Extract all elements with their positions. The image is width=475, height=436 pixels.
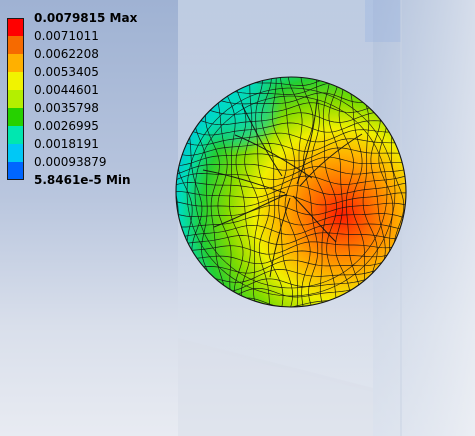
legend-entry: 0.0018191 [7,136,147,162]
legend-value-label: 0.0079815 Max [34,11,137,25]
legend-entry: 0.0035798 [7,100,147,126]
legend-entry: 0.0053405 [7,64,147,90]
legend-value: 0.0079815 [34,11,106,25]
legend-entry: 0.0062208 [7,46,147,72]
legend-value-label: 0.0026995 [34,119,99,133]
legend-value-label: 5.8461e-5 Min [34,173,131,187]
legend-entry: 0.0079815 Max [7,10,147,36]
legend-suffix: Min [105,173,131,187]
legend-suffix: Max [109,11,138,25]
legend-value: 0.00093879 [34,155,107,169]
legend-value: 0.0044601 [34,83,99,97]
legend-value: 0.0026995 [34,119,99,133]
legend-value-label: 0.0071011 [34,29,99,43]
legend-value: 0.0053405 [34,65,99,79]
legend-value: 5.8461e-5 [34,173,102,187]
mesh-line [176,77,177,307]
legend-value-label: 0.0018191 [34,137,99,151]
legend-value: 0.0062208 [34,47,99,61]
legend-entry: 0.0026995 [7,118,147,144]
legend-value: 0.0035798 [34,101,99,115]
legend-value-label: 0.0035798 [34,101,99,115]
legend-entry: 0.00093879 [7,154,147,180]
legend-value-label: 0.0053405 [34,65,99,79]
legend-value-label: 0.0062208 [34,47,99,61]
legend-value: 0.0071011 [34,29,99,43]
top-block [365,0,401,42]
legend-value-label: 0.00093879 [34,155,107,169]
legend-value-label: 0.0044601 [34,83,99,97]
mesh-line [145,67,164,315]
legend-value: 0.0018191 [34,137,99,151]
legend-entry: 5.8461e-5 Min [7,172,147,190]
legend-entry: 0.0071011 [7,28,147,54]
legend-entry: 0.0044601 [7,82,147,108]
